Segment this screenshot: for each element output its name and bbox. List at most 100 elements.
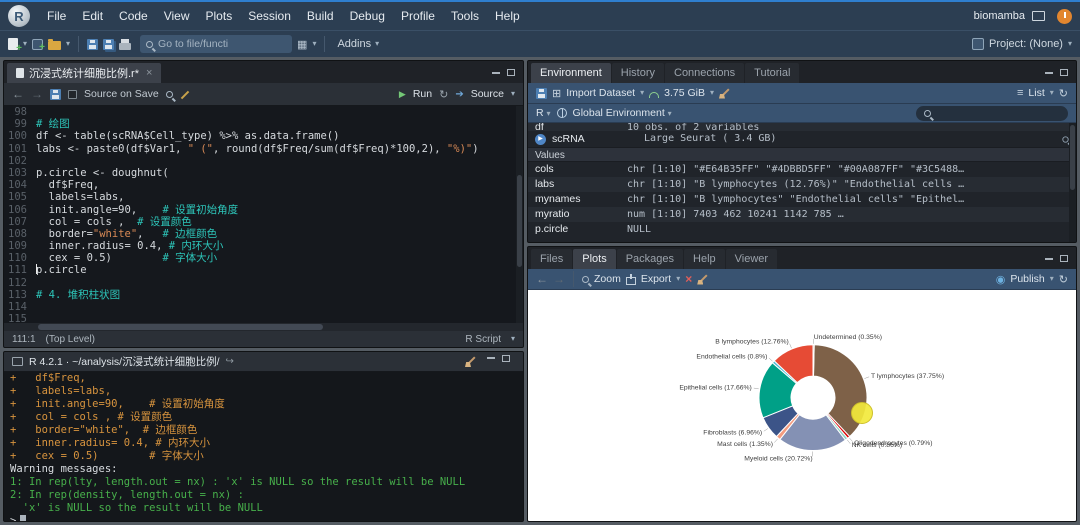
scrollbar-thumb[interactable]	[38, 324, 324, 330]
new-file-icon[interactable]	[8, 38, 22, 54]
open-directory-icon[interactable]: ↪	[226, 356, 234, 367]
code-line[interactable]: 104 df$Freq,	[4, 179, 523, 191]
editor-hscrollbar[interactable]	[4, 323, 523, 331]
code-line[interactable]: 115	[4, 313, 523, 323]
code-line[interactable]: 112	[4, 277, 523, 289]
clear-all-plots-icon[interactable]	[697, 274, 708, 285]
back-icon[interactable]: ←	[12, 88, 24, 100]
memory-usage-button[interactable]: 3.75 GiB	[664, 87, 705, 99]
menu-debug[interactable]: Debug	[343, 6, 392, 26]
menu-tools[interactable]: Tools	[444, 6, 486, 26]
environment-vscrollbar[interactable]	[1069, 123, 1076, 242]
save-workspace-icon[interactable]	[536, 87, 547, 99]
env-row-mynames[interactable]: mynames chr [1:10] "B lymphocytes" "Endot…	[528, 192, 1076, 207]
new-project-icon[interactable]	[32, 38, 45, 53]
code-line[interactable]: 109 inner.radius= 0.4, # 内环大小	[4, 240, 523, 252]
project-selector[interactable]: Project: (None)	[989, 38, 1063, 50]
menu-plots[interactable]: Plots	[199, 6, 240, 26]
maximize-pane-icon[interactable]	[507, 69, 515, 76]
minimize-pane-icon[interactable]	[487, 357, 495, 359]
minimize-pane-icon[interactable]	[492, 71, 500, 74]
menu-help[interactable]: Help	[488, 6, 527, 26]
goto-file-box[interactable]	[140, 35, 293, 53]
find-replace-icon[interactable]	[165, 90, 173, 98]
save-icon[interactable]	[87, 38, 99, 50]
pane-layout-icon[interactable]: ▦	[297, 38, 307, 51]
tab-plots[interactable]: Plots	[573, 249, 616, 269]
forward-icon[interactable]: →	[31, 88, 43, 100]
power-button[interactable]	[1057, 8, 1072, 24]
minimize-pane-icon[interactable]	[1045, 71, 1053, 74]
list-view-button[interactable]: List	[1028, 87, 1044, 99]
code-editor[interactable]: 98 99 # 绘图 100 df <- table(scRNA$Cell_type) …	[4, 106, 523, 323]
run-button[interactable]: Run	[413, 88, 432, 100]
caret-down-icon[interactable]: ▾	[66, 40, 70, 48]
code-line[interactable]: 108 border="white", # 边框颜色	[4, 228, 523, 240]
tab-viewer[interactable]: Viewer	[725, 249, 778, 269]
env-row-partial[interactable]: df 10 obs. of 2 variables	[528, 123, 1076, 131]
maximize-pane-icon[interactable]	[1060, 255, 1068, 262]
maximize-pane-icon[interactable]	[1060, 69, 1068, 76]
code-line[interactable]: 103 p.circle <- doughnut(	[4, 167, 523, 179]
code-line[interactable]: 105 labels=labs,	[4, 191, 523, 203]
expand-object-icon[interactable]: ▶	[535, 133, 546, 145]
environment-search-box[interactable]	[916, 105, 1068, 121]
import-dataset-button[interactable]: Import Dataset	[566, 87, 635, 99]
export-button[interactable]: Export	[641, 273, 671, 285]
scrollbar-thumb[interactable]	[1070, 125, 1075, 191]
code-line[interactable]: 99 # 绘图	[4, 118, 523, 130]
caret-down-icon[interactable]: ▾	[1050, 89, 1054, 97]
menu-code[interactable]: Code	[112, 6, 155, 26]
code-line[interactable]: 111 p.circle	[4, 264, 523, 276]
caret-down-icon[interactable]: ▾	[511, 335, 515, 343]
scope-indicator[interactable]: (Top Level)	[46, 334, 95, 345]
caret-down-icon[interactable]: ▾	[676, 275, 680, 283]
tab-packages[interactable]: Packages	[616, 249, 684, 269]
code-line[interactable]: 107 col = cols , # 设置颜色	[4, 216, 523, 228]
file-type-indicator[interactable]: R Script	[465, 334, 501, 345]
clear-console-icon[interactable]	[465, 356, 476, 367]
code-line[interactable]: 110 cex = 0.5) # 字体大小	[4, 252, 523, 264]
env-row-labs[interactable]: labs chr [1:10] "B lymphocytes (12.76%)" …	[528, 177, 1076, 192]
env-row-cols[interactable]: cols chr [1:10] "#E64B35FF" "#4DBBD5FF" "…	[528, 162, 1076, 177]
caret-down-icon[interactable]: ▾	[1068, 40, 1072, 48]
env-row-p.circle[interactable]: p.circle NULL	[528, 222, 1076, 237]
console-output[interactable]: + df$Freq, + labels=labs, + init.angle=90,…	[4, 372, 523, 521]
tab-source-file[interactable]: 沉浸式统计细胞比例.r* ×	[7, 63, 162, 83]
code-line[interactable]: 101 labs <- paste0(df$Var1, " (", round(d…	[4, 143, 523, 155]
code-line[interactable]: 100 df <- table(scRNA$Cell_type) %>% as.d…	[4, 130, 523, 142]
code-line[interactable]: 114	[4, 301, 523, 313]
caret-down-icon[interactable]: ▾	[23, 40, 27, 48]
caret-down-icon[interactable]: ▾	[640, 89, 644, 97]
zoom-button[interactable]: Zoom	[594, 273, 621, 285]
menu-session[interactable]: Session	[241, 6, 298, 26]
caret-down-icon[interactable]: ▾	[511, 90, 515, 98]
save-all-icon[interactable]	[103, 38, 115, 50]
menu-build[interactable]: Build	[300, 6, 341, 26]
save-file-icon[interactable]	[50, 88, 61, 100]
tab-help[interactable]: Help	[684, 249, 725, 269]
menu-file[interactable]: File	[40, 6, 73, 26]
environment-search-input[interactable]	[936, 107, 1056, 119]
code-line[interactable]: 106 init.angle=90, # 设置初始角度	[4, 204, 523, 216]
refresh-plot-icon[interactable]: ↻	[1059, 273, 1068, 286]
next-plot-icon[interactable]: →	[553, 273, 565, 285]
code-line[interactable]: 102	[4, 155, 523, 167]
language-selector[interactable]: R ▾	[536, 107, 551, 119]
code-tools-icon[interactable]	[180, 89, 191, 100]
source-button[interactable]: Source	[471, 88, 504, 100]
goto-file-input[interactable]	[158, 38, 281, 50]
code-line[interactable]: 113 # 4. 堆积柱状图	[4, 289, 523, 301]
menu-edit[interactable]: Edit	[75, 6, 110, 26]
previous-plot-icon[interactable]: ←	[536, 273, 548, 285]
caret-down-icon[interactable]: ▾	[1050, 275, 1054, 283]
tab-files[interactable]: Files	[531, 249, 573, 269]
addins-menu[interactable]: Addins ▾	[333, 36, 383, 52]
editor-vscrollbar[interactable]	[516, 106, 523, 323]
environment-scope-selector[interactable]: Global Environment ▾	[573, 107, 672, 119]
refresh-environment-icon[interactable]: ↻	[1059, 87, 1068, 100]
minimize-pane-icon[interactable]	[1045, 257, 1053, 260]
monitor-icon[interactable]	[1032, 11, 1045, 21]
publish-button[interactable]: Publish	[1010, 273, 1044, 285]
maximize-pane-icon[interactable]	[502, 354, 510, 362]
